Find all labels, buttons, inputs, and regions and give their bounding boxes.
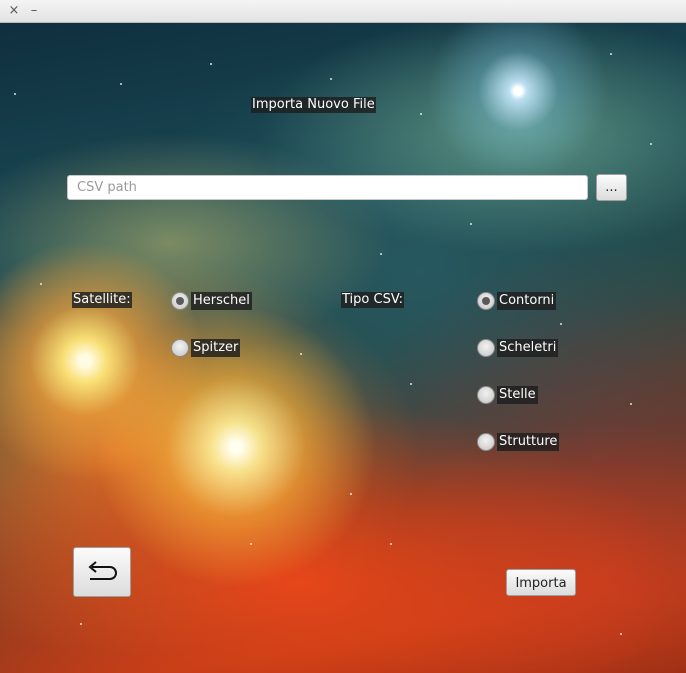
radio-herschel[interactable] — [171, 292, 189, 310]
csv-path-input[interactable] — [67, 175, 588, 200]
tipo-csv-label: Tipo CSV: — [341, 292, 405, 308]
radio-stelle[interactable] — [477, 386, 495, 404]
radio-contorni[interactable] — [477, 292, 495, 310]
window-minimize-button[interactable]: – — [26, 2, 42, 20]
radio-contorni-label[interactable]: Contorni — [497, 292, 557, 310]
satellite-label: Satellite: — [72, 292, 132, 308]
window-titlebar: × – — [0, 0, 686, 23]
radio-spitzer[interactable] — [171, 339, 189, 357]
import-button[interactable]: Importa — [506, 569, 576, 596]
back-button[interactable] — [73, 547, 131, 597]
radio-spitzer-label[interactable]: Spitzer — [191, 339, 241, 357]
radio-scheletri-label[interactable]: Scheletri — [497, 339, 559, 357]
window-close-button[interactable]: × — [6, 2, 22, 20]
radio-strutture-label[interactable]: Strutture — [497, 433, 560, 451]
radio-strutture[interactable] — [477, 433, 495, 451]
browse-button[interactable]: ... — [596, 174, 627, 201]
radio-stelle-label[interactable]: Stelle — [497, 386, 538, 404]
page-title: Importa Nuovo File — [251, 97, 376, 113]
radio-herschel-label[interactable]: Herschel — [191, 292, 252, 310]
return-arrow-icon — [88, 561, 117, 580]
radio-scheletri[interactable] — [477, 339, 495, 357]
